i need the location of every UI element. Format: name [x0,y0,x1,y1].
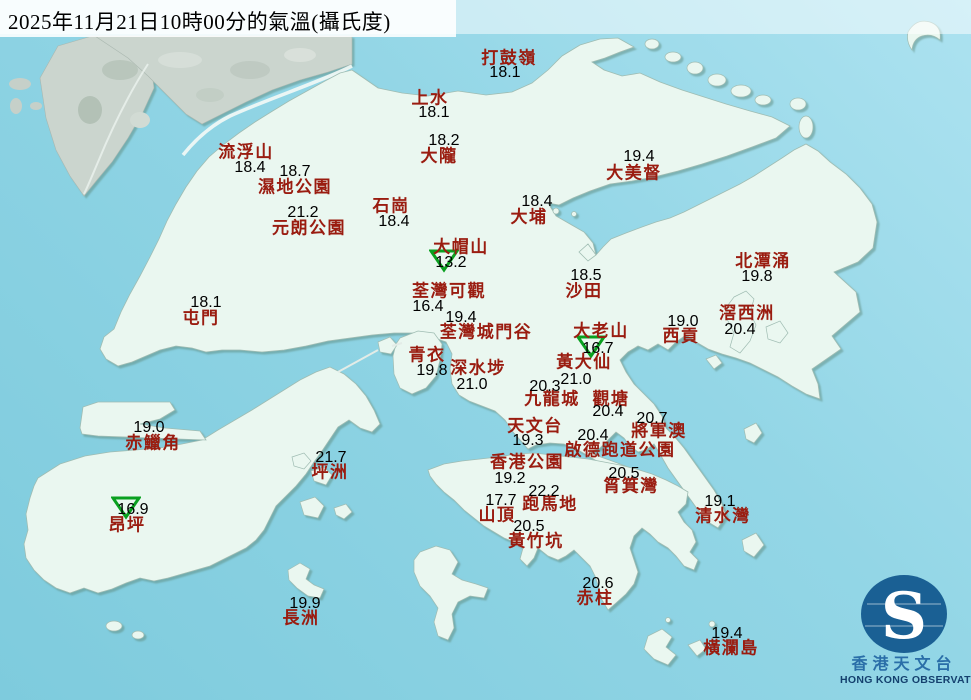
station-value: 13.2 [435,254,467,271]
station-value: 18.1 [418,104,450,121]
station-label: 滘西洲 [719,303,775,323]
station-label: 沙田 [565,281,603,301]
hko-logo: S 香港天文台 HONG KONG OBSERVATORY [840,572,971,698]
station-label: 荃灣城門谷 [439,322,533,342]
station-value: 20.4 [592,403,624,420]
station-label: 大老山 [573,321,629,341]
stations-layer: 打鼓嶺 18.1 上水 18.1 大隴 18.2 流浮山 18.4 濕地公園 18.7 元朗公園 21… [0,0,971,700]
station-value: 18.2 [428,132,460,149]
station-value: 20.4 [577,427,609,444]
hko-logo-mark: S [861,575,947,654]
station-value: 21.0 [456,376,488,393]
temperature-map: 2025年11月21日10時00分的氣溫(攝氏度) 打鼓嶺 18.1 上水 18.1 大… [0,0,971,700]
station-value: 19.0 [133,419,165,436]
station-label: 大埔 [510,207,548,227]
station-label: 赤鱲角 [125,433,181,453]
station-label: 赤柱 [576,588,614,608]
station-label: 石崗 [372,196,410,216]
svg-text:S: S [881,579,927,654]
hko-logo-english: HONG KONG OBSERVATORY [840,673,971,686]
station-value: 18.4 [521,193,553,210]
station-value: 19.8 [741,268,773,285]
station-value: 19.1 [704,493,736,510]
station-label: 黃大仙 [556,352,612,372]
station-value: 20.7 [636,410,668,427]
station-value: 18.4 [234,159,266,176]
station-label: 啟德跑道公園 [564,440,676,460]
station-value: 19.4 [445,309,477,326]
station-value: 19.4 [623,148,655,165]
station-value: 19.8 [416,362,448,379]
station-label: 清水灣 [695,506,751,526]
station-value: 21.7 [315,449,347,466]
station-value: 19.2 [494,470,526,487]
station-label: 山頂 [478,505,516,525]
station-value: 18.5 [570,267,602,284]
station-value: 19.3 [512,432,544,449]
station-value: 17.7 [485,492,517,509]
station-label: 元朗公園 [272,218,346,238]
station-value: 18.4 [378,213,410,230]
station-value: 18.1 [489,64,521,81]
station-label: 昂坪 [108,515,146,535]
station-label: 大美督 [606,163,662,183]
station-label: 西貢 [662,326,700,346]
station-label: 北潭涌 [735,251,791,271]
station-value: 20.5 [513,518,545,535]
station-value: 22.2 [528,483,560,500]
station-label: 黃竹坑 [508,531,564,551]
station-value: 19.0 [667,313,699,330]
station-value: 16.4 [412,298,444,315]
station-value: 21.0 [560,371,592,388]
station-value: 19.9 [289,595,321,612]
station-value: 21.2 [287,204,319,221]
station-label: 流浮山 [218,142,274,162]
station-value: 18.1 [190,294,222,311]
station-label: 橫瀾島 [703,638,759,658]
station-label: 長洲 [282,608,320,628]
hko-logo-chinese: 香港天文台 [851,656,957,673]
station-value: 20.3 [529,378,561,395]
station-label: 大隴 [420,146,458,166]
station-label: 香港公園 [490,452,564,472]
station-value: 18.7 [279,163,311,180]
station-value: 19.4 [711,625,743,642]
station-label: 屯門 [182,308,220,328]
station-label: 深水埗 [450,358,506,378]
station-label: 青衣 [408,345,446,365]
station-label: 坪洲 [311,462,349,482]
station-value: 20.6 [582,575,614,592]
station-value: 20.5 [608,465,640,482]
station-label: 荃灣可觀 [412,281,486,301]
station-value: 16.9 [117,501,149,518]
station-value: 20.4 [724,321,756,338]
station-label: 大帽山 [433,237,489,257]
station-label: 濕地公園 [258,177,332,197]
